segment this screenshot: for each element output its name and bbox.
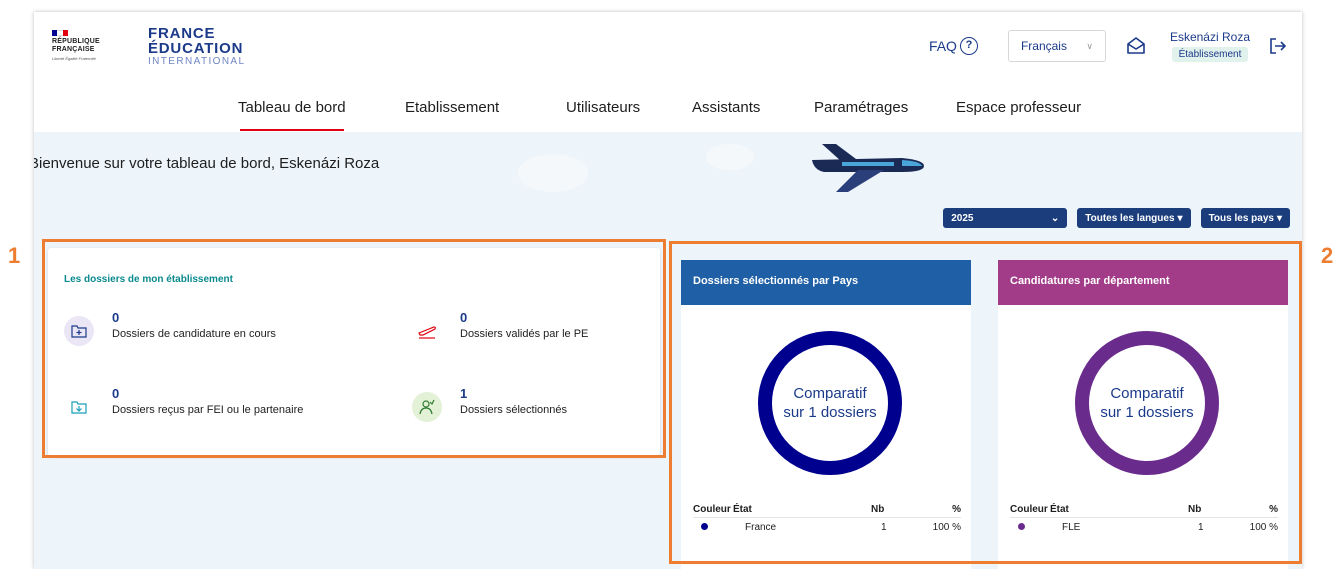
mail-icon[interactable] [1126, 36, 1146, 56]
callout-number-2: 2 [1321, 243, 1334, 268]
chevron-down-icon: ⌄ [1050, 212, 1060, 224]
caret-down-icon: ▾ [1276, 212, 1282, 224]
republique-line-2: FRANÇAISE [52, 46, 95, 53]
caret-down-icon: ▾ [1177, 212, 1183, 224]
cloud-decoration [706, 144, 754, 170]
fei-logo[interactable]: FRANCE ÉDUCATION INTERNATIONAL [148, 26, 245, 68]
chevron-down-icon: ∨ [1086, 40, 1093, 51]
languages-select[interactable]: Toutes les langues ▾ [1077, 208, 1191, 228]
fei-logo-line-1: FRANCE [148, 25, 216, 42]
callout-number-1: 1 [8, 243, 21, 268]
airplane-illustration [812, 144, 924, 192]
languages-select-value: Toutes les langues [1085, 212, 1175, 224]
welcome-message: Bienvenue sur votre tableau de bord, Esk… [34, 155, 380, 172]
fei-logo-line-3: INTERNATIONAL [148, 56, 246, 67]
faq-link[interactable]: FAQ ? [929, 37, 978, 55]
help-circle-icon: ? [959, 37, 978, 55]
republique-francaise-logo: RÉPUBLIQUE FRANÇAISE Liberté Égalité Fra… [52, 30, 122, 61]
user-name: Eskenázi Roza [1169, 30, 1250, 44]
main-nav: Tableau de bord Etablissement Utilisateu… [34, 98, 1302, 132]
logout-icon[interactable] [1268, 36, 1288, 56]
cloud-decoration [518, 154, 588, 192]
tab-tableau-de-bord[interactable]: Tableau de bord [238, 98, 346, 131]
faq-label: FAQ [928, 38, 957, 54]
header-actions: FAQ ? Français ∨ Eskenázi Roza Établisse… [929, 28, 1302, 64]
callout-box-1 [42, 239, 666, 458]
year-select[interactable]: 2025 ⌄ [943, 208, 1068, 228]
user-role-badge: Établissement [1171, 47, 1249, 62]
tab-etablissement[interactable]: Etablissement [405, 98, 499, 118]
french-flag-icon [52, 30, 68, 36]
tab-assistants[interactable]: Assistants [692, 98, 760, 118]
devise: Liberté Égalité Fraternité [52, 56, 96, 61]
countries-select-value: Tous les pays [1208, 212, 1274, 224]
language-select[interactable]: Français ∨ [1007, 30, 1106, 62]
countries-select[interactable]: Tous les pays ▾ [1200, 208, 1290, 228]
callout-box-2 [669, 241, 1302, 564]
tab-parametrages[interactable]: Paramétrages [814, 98, 908, 118]
language-selected: Français [1020, 39, 1067, 53]
republique-line-1: RÉPUBLIQUE [52, 38, 100, 45]
user-menu[interactable]: Eskenázi Roza Établissement [1170, 30, 1250, 62]
filters-bar: 2025 ⌄ Toutes les langues ▾ Tous les pay… [933, 208, 1290, 228]
fei-logo-line-2: ÉDUCATION [148, 40, 244, 57]
tab-utilisateurs[interactable]: Utilisateurs [566, 98, 640, 118]
tab-espace-professeur[interactable]: Espace professeur [956, 98, 1081, 118]
year-select-value: 2025 [951, 212, 974, 224]
